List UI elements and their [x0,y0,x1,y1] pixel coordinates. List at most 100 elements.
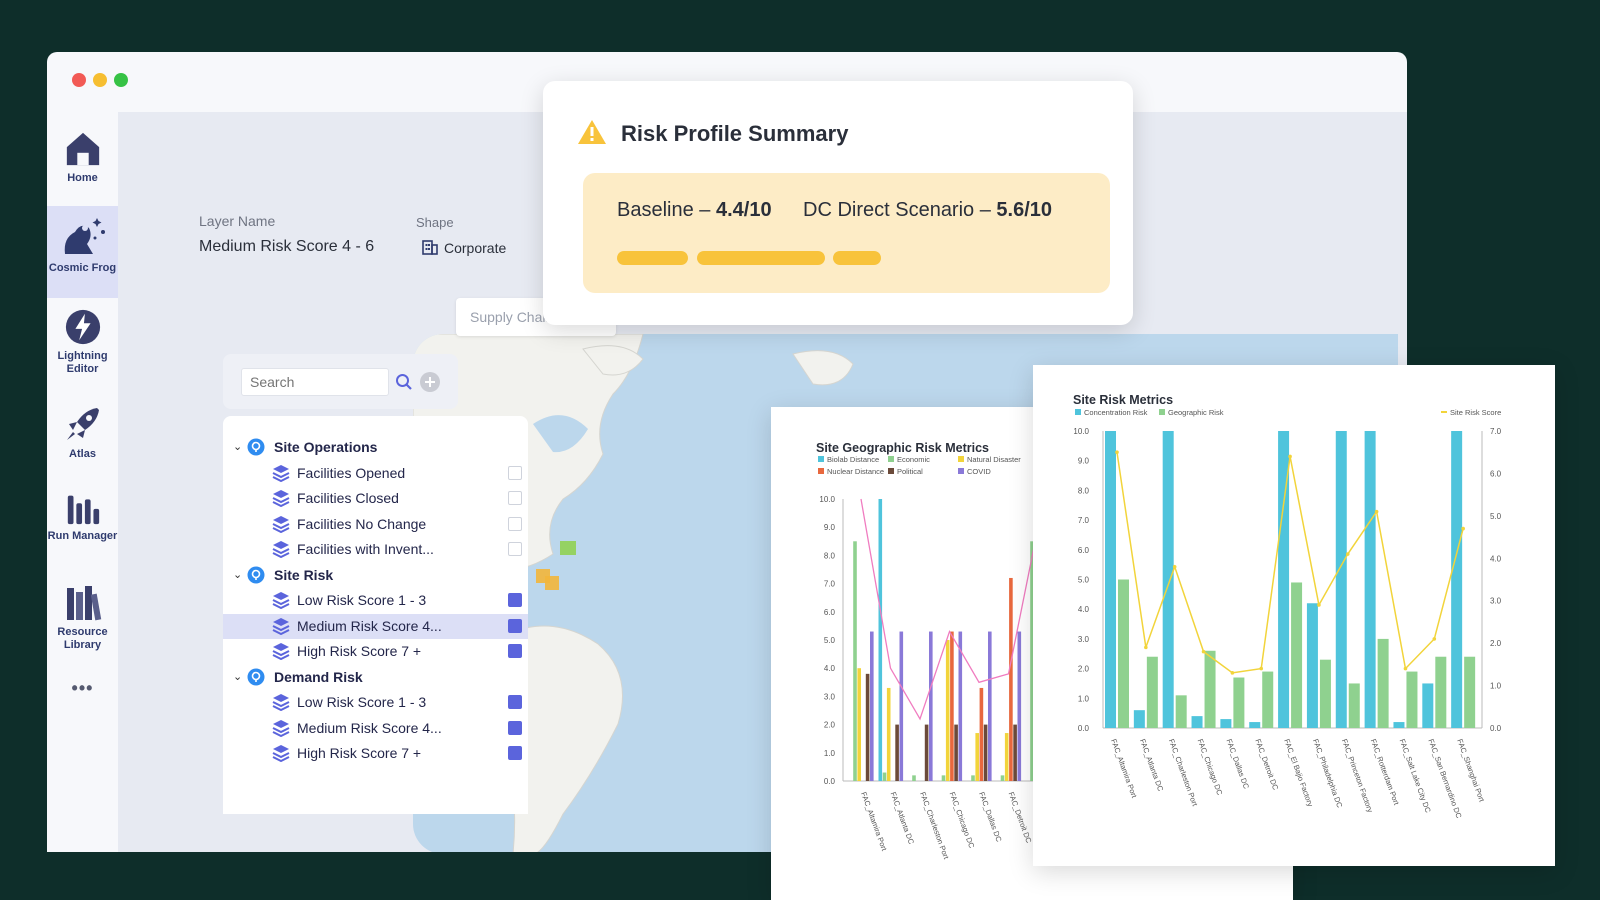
tree-item[interactable]: Medium Risk Score 4... [223,613,528,639]
y2-tick-label: 1.0 [1490,682,1502,691]
layers-icon [272,592,290,609]
x-tick-label: FAC_Princeton Factory [1340,738,1375,814]
x-tick-label: FAC_Dallas DC [977,791,1004,844]
score-bar-segment [697,251,825,265]
layers-icon [272,643,290,660]
books-icon [66,586,101,621]
chevron-down-icon[interactable]: ⌄ [233,568,242,581]
shape-value[interactable]: Corporate [422,240,506,256]
bar [882,772,887,781]
sidebar-item-label: Run Manager [47,530,118,542]
layer-visibility-checkbox[interactable] [508,516,522,531]
y2-tick-label: 7.0 [1490,427,1502,436]
tree-item-label: Low Risk Score 1 - 3 [297,592,427,608]
line-point [1259,666,1264,671]
bar [1004,733,1009,781]
line-point [1230,671,1235,675]
y-tick-label: 4.0 [1078,605,1090,614]
legend-label: Geographic Risk [1168,408,1224,417]
add-icon[interactable] [419,371,441,393]
layer-visibility-checkbox[interactable] [508,491,522,505]
legend-swatch [1075,409,1081,415]
legend-swatch [818,456,824,462]
bar [975,733,979,781]
layer-visibility-checkbox[interactable] [508,593,522,607]
site-risk-chart[interactable]: Concentration Risk Geographic Risk Site Ri… [1033,365,1555,866]
chevron-down-icon[interactable]: ⌄ [233,670,242,683]
tree-item[interactable]: Low Risk Score 1 - 3 [223,690,528,715]
x-tick-label: FAC_Altamira Port [859,791,889,853]
layer-visibility-checkbox[interactable] [508,644,522,658]
chevron-down-icon[interactable]: ⌄ [233,440,242,453]
bar [1451,431,1463,728]
tree-item[interactable]: Facilities No Change [223,512,528,537]
warning-icon [578,120,606,144]
x-tick-label: FAC_Detroit DC [1253,738,1280,792]
tree-group[interactable]: ⌄ Demand Risk [223,665,528,690]
sidebar-item-lightning-editor[interactable]: Lightning Editor [47,308,118,376]
bar [1233,677,1245,728]
lightning-icon [65,309,100,345]
layer-visibility-checkbox[interactable] [508,720,522,735]
tree-item[interactable]: High Risk Score 7 + [223,741,528,766]
search-panel [223,354,458,409]
close-window-button[interactable] [72,73,86,87]
location-pin-icon [247,566,265,583]
tree-item[interactable]: High Risk Score 7 + [223,639,528,664]
layer-visibility-checkbox[interactable] [508,618,522,633]
sidebar-item-resource-library[interactable]: Resource Library [47,582,118,652]
bar [899,631,904,781]
sidebar-item-cosmic-frog[interactable]: Cosmic Frog [47,206,118,298]
minimize-window-button[interactable] [93,73,107,87]
shape-label: Shape [416,215,454,230]
y-tick-label: 8.0 [824,551,836,560]
layers-icon [272,541,290,558]
tree-item[interactable]: Medium Risk Score 4... [223,716,528,741]
y2-tick-label: 0.0 [1490,724,1502,733]
bar [1464,656,1476,728]
bar [853,541,857,781]
sidebar-item-run-manager[interactable]: Run Manager [47,488,118,543]
tree-item[interactable]: Facilities with Invent... [223,537,528,562]
sidebar-item-label: Lightning Editor [57,350,108,375]
layer-visibility-checkbox[interactable] [508,746,522,760]
layer-name-value[interactable]: Medium Risk Score 4 - 6 [199,238,374,256]
sidebar-item-home[interactable]: Home [47,130,118,185]
tree-group[interactable]: ⌄ Site Risk [223,563,528,588]
bar [1133,710,1145,728]
tree-item-label: Facilities Opened [297,464,406,481]
bar [1393,722,1405,728]
bar [1348,683,1360,728]
shape-value-text: Corporate [444,240,507,256]
layer-visibility-checkbox[interactable] [508,695,522,709]
line-point [1144,645,1148,650]
layer-visibility-checkbox[interactable] [508,465,522,480]
layer-visibility-checkbox[interactable] [508,542,522,556]
sidebar-item-atlas[interactable]: Atlas [47,404,118,461]
tree-group-label: Demand Risk [274,668,363,685]
tree-group-label: Site Operations [274,439,378,455]
bar [886,687,891,781]
search-icon[interactable] [395,373,413,391]
sidebar: Home Cosmic Frog Lightning Editor Atlas … [47,112,118,852]
tree-item[interactable]: Low Risk Score 1 - 3 [223,588,528,613]
bar [983,724,988,781]
bar [1146,656,1158,728]
more-menu-button[interactable]: ••• [47,679,118,697]
x-tick-label: FAC_Chicago DC [948,791,977,850]
layer-tree: ⌄ Site Operations Facilities Opened Facilit… [223,416,528,814]
search-input[interactable] [241,368,389,396]
tree-group[interactable]: ⌄ Site Operations [223,435,528,460]
rocket-icon [66,408,99,440]
bar [979,687,984,781]
legend-label: Political [897,467,923,476]
tree-item[interactable]: Facilities Opened [223,461,528,486]
legend-swatch [888,456,894,462]
tree-item[interactable]: Facilities Closed [223,486,528,511]
maximize-window-button[interactable] [114,73,128,87]
bar [1435,656,1447,728]
y2-tick-label: 6.0 [1490,469,1502,478]
sidebar-item-label: Atlas [69,448,96,460]
baseline-score: Baseline – 4.4/10 [617,199,772,221]
x-tick-label: FAC_Shanghai Port [1455,738,1486,804]
